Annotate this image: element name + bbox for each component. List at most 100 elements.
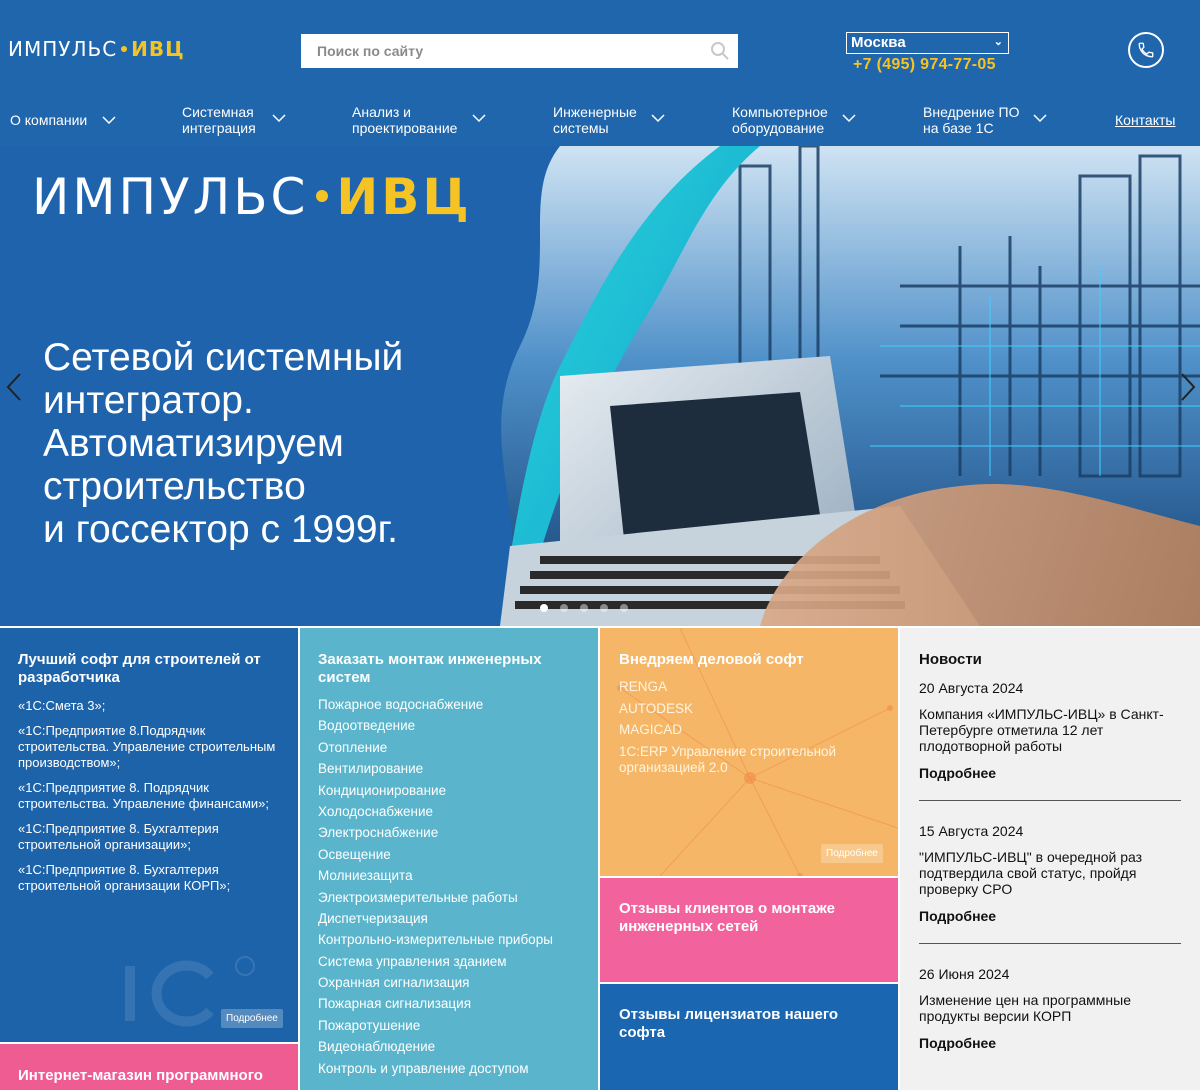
- list-item[interactable]: Электроизмерительные работы: [318, 890, 553, 906]
- news-panel: Новости 20 Августа 2024 Компания «ИМПУЛЬ…: [900, 628, 1200, 1090]
- chevron-down-icon: [272, 114, 286, 122]
- tile-reviews-install[interactable]: Отзывы клиентов о монтаже инженерных сет…: [600, 878, 898, 982]
- news-text[interactable]: "ИМПУЛЬС-ИВЦ" в очередной раз подтвердил…: [919, 849, 1181, 897]
- more-button[interactable]: Подробнее: [221, 1009, 283, 1028]
- phone-icon: [1138, 42, 1154, 58]
- nav-item-label: О компании: [10, 112, 88, 128]
- tile-title: Интернет-магазин программного: [18, 1067, 263, 1084]
- nav-item-hardware[interactable]: Компьютерное оборудование: [732, 104, 856, 136]
- tile-list: RENGA AUTODESK MAGICAD 1C:ERP Управление…: [619, 679, 879, 781]
- nav-item-label: интеграция: [182, 120, 256, 136]
- list-item[interactable]: MAGICAD: [619, 722, 879, 738]
- tile-engineering-systems[interactable]: Заказать монтаж инженерных систем Пожарн…: [300, 628, 598, 1090]
- list-item[interactable]: Молниезащита: [318, 868, 553, 884]
- search-input[interactable]: [301, 34, 681, 68]
- nav-item-about[interactable]: О компании: [10, 112, 116, 128]
- news-more-link[interactable]: Подробнее: [919, 765, 1181, 781]
- news-divider: [919, 943, 1181, 944]
- nav-item-system-integration[interactable]: Системная интеграция: [182, 104, 286, 136]
- list-item[interactable]: RENGA: [619, 679, 879, 695]
- list-item[interactable]: Водоотведение: [318, 718, 553, 734]
- tile-title: Лучший софт для строителей от разработчи…: [18, 651, 261, 686]
- list-item[interactable]: Диспетчеризация: [318, 911, 553, 927]
- logo-dot: [121, 45, 128, 52]
- nav-item-label: проектирование: [352, 120, 458, 136]
- chevron-down-icon: ⌄: [993, 36, 1003, 48]
- nav-item-analysis[interactable]: Анализ и проектирование: [352, 104, 486, 136]
- list-item[interactable]: Видеонаблюдение: [318, 1039, 553, 1055]
- call-button[interactable]: [1128, 32, 1164, 68]
- chevron-down-icon: [842, 114, 856, 122]
- main-nav: О компании Системная интеграция Анализ и…: [0, 98, 1200, 142]
- city-select[interactable]: Москва ⌄: [846, 32, 1009, 54]
- tile-reviews-license[interactable]: Отзывы лицензиатов нашего софта: [600, 984, 898, 1090]
- site-logo[interactable]: ИМПУЛЬС ИВЦ: [8, 37, 185, 61]
- phone-number[interactable]: +7 (495) 974-77-05: [853, 56, 996, 74]
- list-item[interactable]: Система управления зданием: [318, 954, 553, 970]
- list-item[interactable]: Отопление: [318, 740, 553, 756]
- list-item[interactable]: Пожарное водоснабжение: [318, 697, 553, 713]
- news-date: 15 Августа 2024: [919, 823, 1024, 839]
- list-item[interactable]: Электроснабжение: [318, 825, 553, 841]
- nav-item-label: Инженерные: [553, 104, 637, 120]
- news-date: 20 Августа 2024: [919, 680, 1024, 696]
- list-item[interactable]: Пожарная сигнализация: [318, 996, 553, 1012]
- list-item[interactable]: Пожаротушение: [318, 1018, 553, 1034]
- hero-headline-line: Автоматизируем: [43, 422, 344, 465]
- list-item[interactable]: «1С:Предприятие 8.Подрядчик строительств…: [18, 723, 288, 771]
- news-item: 15 Августа 2024 "ИМПУЛЬС-ИВЦ" в очередно…: [919, 823, 1181, 924]
- nav-item-1c[interactable]: Внедрение ПО на базе 1С: [923, 104, 1047, 136]
- list-item[interactable]: Охранная сигнализация: [318, 975, 553, 991]
- news-item: 20 Августа 2024 Компания «ИМПУЛЬС-ИВЦ» в…: [919, 680, 1181, 781]
- slider-dots: [540, 599, 640, 617]
- slider-dot[interactable]: [540, 604, 548, 612]
- nav-contacts-link[interactable]: Контакты: [1115, 112, 1175, 128]
- tile-business-software[interactable]: Внедряем деловой софт RENGA AUTODESK MAG…: [600, 628, 898, 876]
- list-item[interactable]: «1С:Предприятие 8. Подрядчик строительст…: [18, 780, 288, 812]
- slider-dot[interactable]: [560, 604, 568, 612]
- list-item[interactable]: Кондиционирование: [318, 783, 553, 799]
- news-text[interactable]: Компания «ИМПУЛЬС-ИВЦ» в Санкт-Петербург…: [919, 706, 1181, 754]
- more-button[interactable]: Подробнее: [821, 844, 883, 863]
- header: ИМПУЛЬС ИВЦ Москва ⌄ +7 (495) 974-77-05 О…: [0, 0, 1200, 146]
- list-item[interactable]: 1C:ERP Управление строительной организац…: [619, 744, 879, 776]
- slider-dot[interactable]: [620, 604, 628, 612]
- list-item[interactable]: Холодоснабжение: [318, 804, 553, 820]
- search-box: [301, 34, 738, 68]
- hero-headline-line: Сетевой системный: [43, 336, 404, 379]
- news-more-link[interactable]: Подробнее: [919, 908, 1181, 924]
- tile-title: Внедряем деловой софт: [619, 651, 804, 668]
- list-item[interactable]: «1С:Предприятие 8. Бухгалтерия строитель…: [18, 862, 288, 894]
- slider-prev-arrow-icon[interactable]: [4, 372, 24, 402]
- tile-list: Пожарное водоснабжение Водоотведение Ото…: [318, 697, 553, 1082]
- nav-item-engineering[interactable]: Инженерные системы: [553, 104, 665, 136]
- list-item[interactable]: «1С:Смета 3»;: [18, 698, 288, 714]
- list-item[interactable]: Контроль и управление доступом: [318, 1061, 553, 1077]
- nav-item-label: Системная: [182, 104, 254, 120]
- news-heading: Новости: [919, 651, 982, 668]
- nav-item-label: на базе 1С: [923, 120, 994, 136]
- list-item[interactable]: Вентилирование: [318, 761, 553, 777]
- search-icon[interactable]: [710, 41, 730, 61]
- list-item[interactable]: Контрольно-измерительные приборы: [318, 932, 553, 948]
- logo-accent-text: ИВЦ: [131, 37, 185, 61]
- hero-logo: ИМПУЛЬС ИВЦ: [32, 168, 472, 226]
- list-item[interactable]: AUTODESK: [619, 701, 879, 717]
- hero-headline: Сетевой системный интегратор. Автоматизи…: [43, 336, 483, 551]
- slider-next-arrow-icon[interactable]: [1178, 372, 1198, 402]
- hero-logo-accent: ИВЦ: [336, 168, 472, 226]
- list-item[interactable]: «1С:Предприятие 8. Бухгалтерия строитель…: [18, 821, 288, 853]
- chevron-down-icon: [1033, 114, 1047, 122]
- hero-logo-dot: [316, 189, 329, 202]
- list-item[interactable]: Освещение: [318, 847, 553, 863]
- tile-online-shop[interactable]: Интернет-магазин программного: [0, 1044, 298, 1090]
- page: ИМПУЛЬС ИВЦ Москва ⌄ +7 (495) 974-77-05 О…: [0, 0, 1200, 1090]
- tile-title: Заказать монтаж инженерных систем: [318, 651, 542, 686]
- slider-dot[interactable]: [580, 604, 588, 612]
- slider-dot[interactable]: [600, 604, 608, 612]
- news-more-link[interactable]: Подробнее: [919, 1035, 1181, 1051]
- hero-logo-main: ИМПУЛЬС: [32, 168, 309, 226]
- news-text[interactable]: Изменение цен на программные продукты ве…: [919, 992, 1181, 1024]
- tile-builder-software[interactable]: Лучший софт для строителей от разработчи…: [0, 628, 298, 1042]
- tile-title: Отзывы лицензиатов нашего софта: [619, 1006, 839, 1041]
